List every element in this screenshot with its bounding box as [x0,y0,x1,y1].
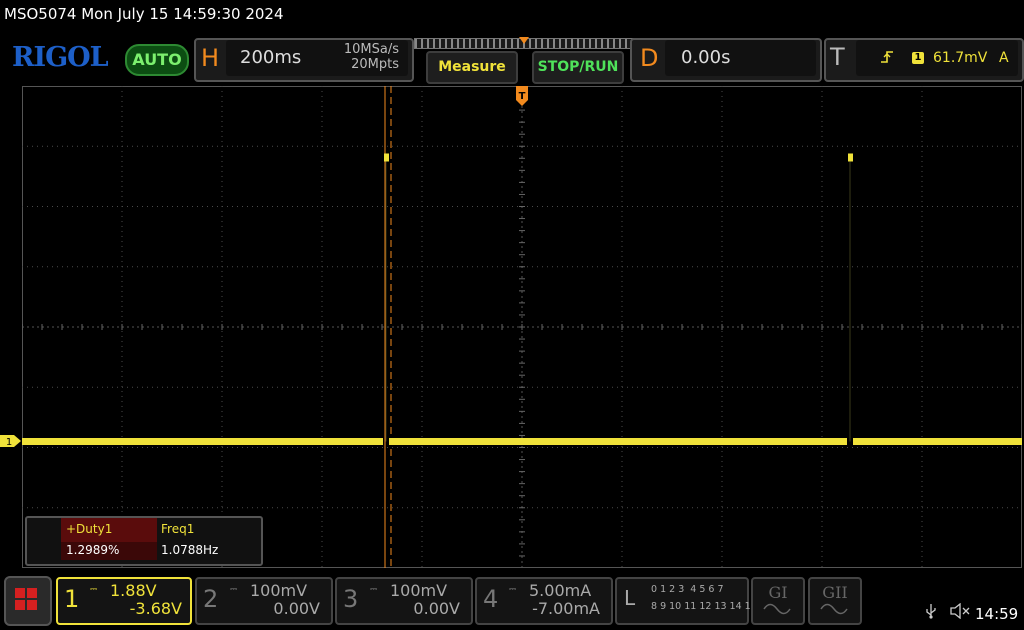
logic-channels-row-2: 8 9 10 11 12 13 14 15 [651,601,757,612]
channel-1-offset: -3.68V [129,599,182,618]
channel-3-number: 3 [343,585,359,613]
channel-3-scale: 100mV [390,581,448,600]
dc-coupling-icon: ⎓ [370,585,377,595]
trigger-time-marker: T [516,86,528,106]
channel-3-offset: 0.00V [413,599,460,618]
channel-2-number: 2 [203,585,219,613]
generator-1-label: GI [768,583,788,602]
trigger-position-marker [519,37,529,44]
menu-grid-icon [15,588,37,610]
channel-1-level-marker-label: 1 [6,437,12,448]
channel-1-scale: 1.88V [110,581,157,600]
pulse-top-marker [848,153,853,162]
graticule [22,86,1022,568]
rigol-logo: RIGOL [12,42,109,73]
delay-value[interactable]: 0.00s [681,47,730,68]
measurement-label-freq[interactable]: Freq1 [161,522,194,536]
logic-analyzer-letter: L [624,586,636,610]
sample-rate: 10MSa/s [343,42,399,57]
stop-run-button[interactable]: STOP/RUN [532,51,624,84]
auto-button[interactable]: AUTO [125,44,189,76]
measurement-label-duty[interactable]: +Duty1 [66,522,112,536]
generator-2-label: GII [822,583,848,602]
delay-letter: D [640,44,659,72]
clock: 14:59 [975,605,1019,623]
channel-1-number: 1 [64,585,80,613]
measure-button[interactable]: Measure [426,51,518,84]
sine-wave-icon [820,603,848,615]
channel-4-scale: 5.00mA [529,581,592,600]
timebase-value[interactable]: 200ms [240,47,301,68]
trigger-mode: A [999,50,1009,66]
pulse-top-marker [384,153,389,162]
rising-edge-icon [880,50,894,68]
channel-4-offset: -7.00mA [532,599,600,618]
dc-coupling-icon: ⎓ [509,585,516,595]
sine-wave-icon [763,603,791,615]
dc-coupling-icon: ⎓ [230,585,237,595]
waveform-display[interactable]: T [22,86,1022,568]
speaker-muted-icon[interactable] [950,602,972,623]
dc-coupling-icon: ⎓ [90,585,97,595]
channel-2-scale: 100mV [250,581,308,600]
measurement-value-freq: 1.0788Hz [161,543,219,557]
channel-2-offset: 0.00V [273,599,320,618]
measurement-value-duty: 1.2989% [66,543,120,557]
memory-depth: 20Mpts [351,57,399,72]
trigger-letter: T [830,43,845,71]
horizontal-letter: H [201,44,220,72]
channel-1-level-marker[interactable]: 1 [0,433,22,449]
logic-channels-row-1: 0 1 2 3 4 5 6 7 [651,584,724,595]
trigger-level[interactable]: 61.7mV [933,50,987,66]
channel-4-number: 4 [483,585,499,613]
trigger-time-marker-label: T [519,91,526,102]
trigger-source-badge: 1 [912,52,924,64]
window-title: MSO5074 Mon July 15 14:59:30 2024 [4,5,284,23]
usb-icon [925,603,937,623]
